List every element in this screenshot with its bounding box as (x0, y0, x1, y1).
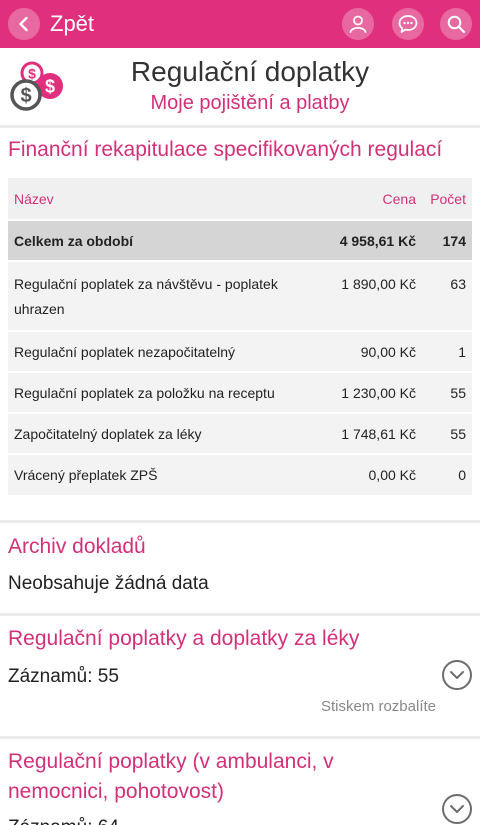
total-name: Celkem za období (14, 232, 134, 249)
table-row-total: Celkem za období 4 958,61 Kč 174 (8, 220, 472, 261)
table-row: Vrácený přeplatek ZPŠ 0,00 Kč 0 (8, 454, 472, 495)
row-price: 1 230,00 Kč (341, 384, 416, 401)
expand-ambulance-button[interactable] (442, 794, 472, 824)
row-price: 90,00 Kč (360, 343, 416, 360)
divider (0, 736, 480, 739)
chat-icon[interactable] (392, 8, 424, 40)
row-name: Regulační poplatek nezapočitatelný (14, 343, 236, 360)
archive-heading: Archiv dokladů (8, 535, 146, 558)
page-title: Regulační doplatky (130, 56, 370, 87)
chevron-down-icon (450, 805, 464, 813)
row-count: 55 (450, 384, 466, 401)
ambulance-record-count: Záznamů: 64 (8, 817, 119, 825)
drugs-heading: Regulační poplatky a doplatky za léky (8, 627, 360, 650)
summary-heading: Finanční rekapitulace specifikovaných re… (8, 138, 443, 161)
table-row: Regulační poplatek nezapočitatelný 90,00… (8, 331, 472, 372)
total-count: 174 (442, 232, 466, 249)
back-label: Zpět (50, 11, 95, 36)
expand-drugs-button[interactable] (442, 660, 472, 690)
back-arrow-icon (8, 8, 40, 40)
row-name: Regulační poplatek za návštěvu - poplate… (14, 276, 278, 317)
back-button[interactable]: Zpět (8, 8, 94, 40)
table-row: Započitatelný doplatek za léky 1 748,61 … (8, 413, 472, 454)
row-price: 1 748,61 Kč (341, 425, 416, 442)
row-price: 1 890,00 Kč (341, 276, 416, 292)
divider (0, 125, 480, 128)
divider (0, 520, 480, 523)
archive-empty-text: Neobsahuje žádná data (8, 573, 209, 594)
ambulance-heading-line2: nemocnici, pohotovost) (8, 780, 224, 803)
row-name: Započitatelný doplatek za léky (14, 425, 202, 442)
column-header-count: Počet (430, 190, 466, 207)
row-count: 0 (458, 467, 466, 483)
row-name: Regulační poplatek za položku na receptu (14, 384, 275, 401)
ambulance-heading-line1: Regulační poplatky (v ambulanci, v (8, 750, 334, 773)
row-count: 63 (450, 276, 466, 292)
column-header-name: Název (14, 190, 54, 207)
expand-hint: Stiskem rozbalíte (320, 698, 436, 715)
row-count: 55 (450, 425, 466, 442)
drugs-record-count: Záznamů: 55 (8, 666, 119, 687)
total-price: 4 958,61 Kč (339, 232, 416, 249)
column-header-price: Cena (382, 190, 416, 207)
summary-table: Název Cena Počet Celkem za období 4 958,… (8, 178, 472, 495)
divider (0, 613, 480, 616)
chevron-down-icon (450, 671, 464, 679)
table-row: Regulační poplatek za návštěvu - poplate… (8, 261, 472, 331)
row-count: 1 (458, 343, 466, 360)
page-subtitle: Moje pojištění a platby (150, 92, 350, 114)
row-price: 0,00 Kč (368, 467, 416, 483)
table-header-row: Název Cena Počet (8, 178, 472, 220)
row-name: Vrácený přeplatek ZPŠ (14, 467, 158, 483)
user-icon[interactable] (342, 8, 374, 40)
top-bar: Zpět (0, 0, 480, 48)
search-icon[interactable] (440, 8, 472, 40)
table-row: Regulační poplatek za položku na receptu… (8, 372, 472, 413)
